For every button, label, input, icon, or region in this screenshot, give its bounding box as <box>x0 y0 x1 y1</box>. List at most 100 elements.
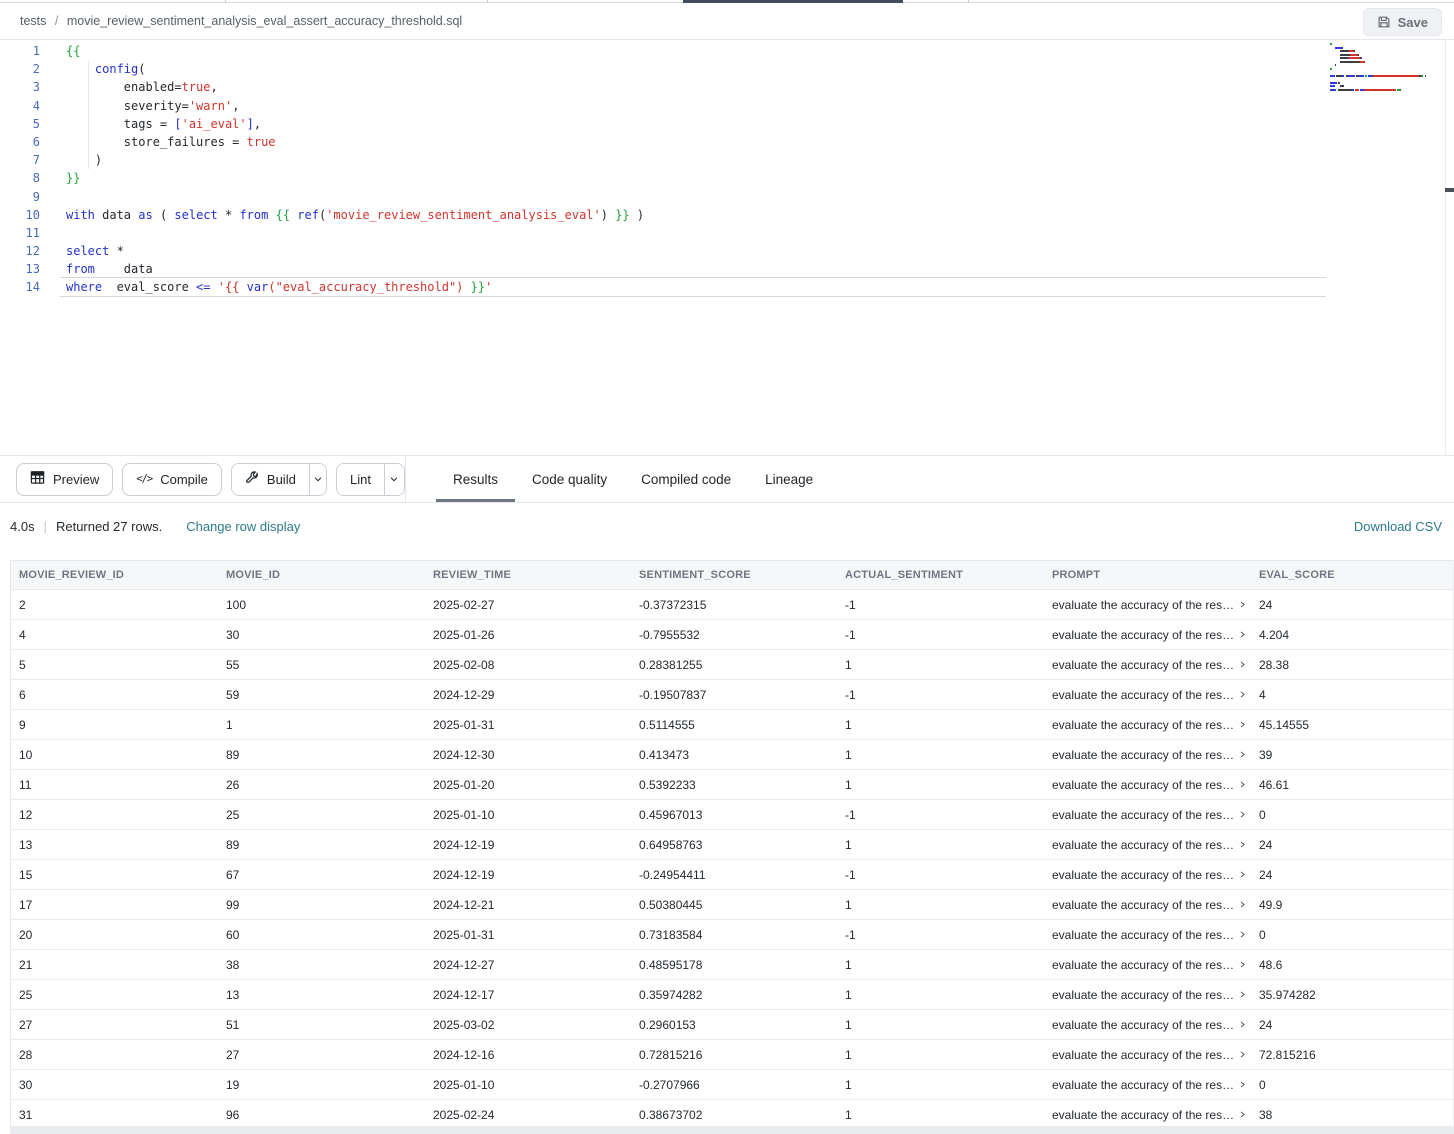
editor-scrollbar-thumb[interactable] <box>1445 188 1454 192</box>
cell-sentiment-score: 0.50380445 <box>631 898 837 912</box>
cell-eval-score: 35.974282 <box>1251 988 1453 1002</box>
cell-sentiment-score: 0.72815216 <box>631 1048 837 1062</box>
cell-actual-sentiment: 1 <box>837 898 1044 912</box>
prompt-expand-icon[interactable] <box>1238 930 1247 939</box>
cell-prompt: evaluate the accuracy of the res… <box>1044 598 1251 612</box>
code-line[interactable]: 5 tags = ['ai_eval'], <box>0 115 1454 133</box>
tab-results[interactable]: Results <box>436 456 515 502</box>
cell-movie-review-id: 20 <box>11 928 218 942</box>
prompt-preview-text: evaluate the accuracy of the res… <box>1052 1108 1234 1122</box>
code-line[interactable]: 1{{ <box>0 42 1454 60</box>
prompt-expand-icon[interactable] <box>1238 1020 1247 1029</box>
code-line[interactable]: 6 store_failures = true <box>0 133 1454 151</box>
cell-eval-score: 0 <box>1251 928 1453 942</box>
horizontal-scrollbar[interactable] <box>10 1126 1454 1134</box>
code-line[interactable]: 8}} <box>0 169 1454 187</box>
prompt-expand-icon[interactable] <box>1238 690 1247 699</box>
cell-movie-id: 60 <box>218 928 425 942</box>
build-label: Build <box>267 472 296 487</box>
table-row: 27512025-03-020.29601531evaluate the acc… <box>11 1010 1453 1040</box>
cell-actual-sentiment: -1 <box>837 598 1044 612</box>
prompt-expand-icon[interactable] <box>1238 900 1247 909</box>
prompt-expand-icon[interactable] <box>1238 1110 1247 1119</box>
download-csv-link[interactable]: Download CSV <box>1354 519 1444 534</box>
lint-dropdown-button[interactable] <box>384 464 404 495</box>
tab-compiled-code[interactable]: Compiled code <box>624 456 748 502</box>
prompt-preview-text: evaluate the accuracy of the res… <box>1052 778 1234 792</box>
save-button[interactable]: Save <box>1363 8 1442 36</box>
cell-review-time: 2024-12-27 <box>425 958 631 972</box>
prompt-expand-icon[interactable] <box>1238 870 1247 879</box>
prompt-expand-icon[interactable] <box>1238 960 1247 969</box>
cell-review-time: 2024-12-16 <box>425 1048 631 1062</box>
prompt-preview-text: evaluate the accuracy of the res… <box>1052 868 1234 882</box>
table-body: 21002025-02-27-0.37372315-1evaluate the … <box>11 590 1453 1130</box>
editor-minimap[interactable] <box>1330 43 1442 92</box>
table-row: 15672024-12-19-0.24954411-1evaluate the … <box>11 860 1453 890</box>
cell-sentiment-score: 0.38673702 <box>631 1108 837 1122</box>
cell-sentiment-score: 0.28381255 <box>631 658 837 672</box>
prompt-expand-icon[interactable] <box>1238 1080 1247 1089</box>
code-line[interactable]: 13from data <box>0 260 1454 278</box>
table-row: 28272024-12-160.728152161evaluate the ac… <box>11 1040 1453 1070</box>
code-line[interactable]: 3 enabled=true, <box>0 78 1454 96</box>
code-editor[interactable]: 1{{2 config(3 enabled=true,4 severity='w… <box>0 40 1454 455</box>
code-line[interactable]: 14where eval_score <= '{{ var("eval_accu… <box>0 278 1454 296</box>
build-button[interactable]: Build <box>232 464 309 495</box>
code-line[interactable]: 2 config( <box>0 60 1454 78</box>
preview-button[interactable]: Preview <box>16 463 113 496</box>
prompt-expand-icon[interactable] <box>1238 720 1247 729</box>
cell-eval-score: 4.204 <box>1251 628 1453 642</box>
cell-eval-score: 38 <box>1251 1108 1453 1122</box>
code-line[interactable]: 12select * <box>0 242 1454 260</box>
status-divider: | <box>44 519 47 534</box>
cell-sentiment-score: -0.37372315 <box>631 598 837 612</box>
cell-movie-id: 59 <box>218 688 425 702</box>
table-row: 12252025-01-100.45967013-1evaluate the a… <box>11 800 1453 830</box>
prompt-expand-icon[interactable] <box>1238 660 1247 669</box>
prompt-expand-icon[interactable] <box>1238 750 1247 759</box>
tab-code-quality[interactable]: Code quality <box>515 456 624 502</box>
line-number: 1 <box>0 42 40 60</box>
code-line[interactable]: 7 ) <box>0 151 1454 169</box>
cell-review-time: 2024-12-29 <box>425 688 631 702</box>
prompt-expand-icon[interactable] <box>1238 630 1247 639</box>
change-row-display-link[interactable]: Change row display <box>186 519 300 534</box>
prompt-expand-icon[interactable] <box>1238 840 1247 849</box>
cell-sentiment-score: -0.19507837 <box>631 688 837 702</box>
breadcrumb: tests / movie_review_sentiment_analysis_… <box>20 14 462 28</box>
column-header: ACTUAL_SENTIMENT <box>837 569 1044 581</box>
code-line[interactable]: 4 severity='warn', <box>0 97 1454 115</box>
cell-actual-sentiment: -1 <box>837 628 1044 642</box>
prompt-expand-icon[interactable] <box>1238 600 1247 609</box>
cell-review-time: 2025-01-31 <box>425 928 631 942</box>
cell-eval-score: 24 <box>1251 838 1453 852</box>
prompt-preview-text: evaluate the accuracy of the res… <box>1052 898 1234 912</box>
prompt-expand-icon[interactable] <box>1238 1050 1247 1059</box>
code-line[interactable]: 9 <box>0 188 1454 206</box>
table-row: 17992024-12-210.503804451evaluate the ac… <box>11 890 1453 920</box>
cell-actual-sentiment: 1 <box>837 838 1044 852</box>
cell-sentiment-score: 0.35974282 <box>631 988 837 1002</box>
compile-button[interactable]: </> Compile <box>122 463 222 496</box>
tab-lineage[interactable]: Lineage <box>748 456 830 502</box>
code-line[interactable]: 10with data as ( select * from {{ ref('m… <box>0 206 1454 224</box>
prompt-expand-icon[interactable] <box>1238 780 1247 789</box>
code-lines[interactable]: 1{{2 config(3 enabled=true,4 severity='w… <box>0 40 1454 297</box>
prompt-preview-text: evaluate the accuracy of the res… <box>1052 748 1234 762</box>
prompt-expand-icon[interactable] <box>1238 990 1247 999</box>
column-header: PROMPT <box>1044 569 1251 581</box>
line-number: 4 <box>0 97 40 115</box>
lint-button[interactable]: Lint <box>337 464 384 495</box>
toolbar: Preview </> Compile Build <box>0 455 1454 503</box>
build-dropdown-button[interactable] <box>309 464 326 495</box>
table-icon <box>30 470 45 488</box>
line-number: 12 <box>0 242 40 260</box>
code-line[interactable]: 11 <box>0 224 1454 242</box>
results-table: MOVIE_REVIEW_IDMOVIE_IDREVIEW_TIMESENTIM… <box>10 560 1454 1130</box>
cell-movie-review-id: 4 <box>11 628 218 642</box>
prompt-expand-icon[interactable] <box>1238 810 1247 819</box>
table-row: 21382024-12-270.485951781evaluate the ac… <box>11 950 1453 980</box>
cell-actual-sentiment: 1 <box>837 1108 1044 1122</box>
cell-actual-sentiment: -1 <box>837 928 1044 942</box>
